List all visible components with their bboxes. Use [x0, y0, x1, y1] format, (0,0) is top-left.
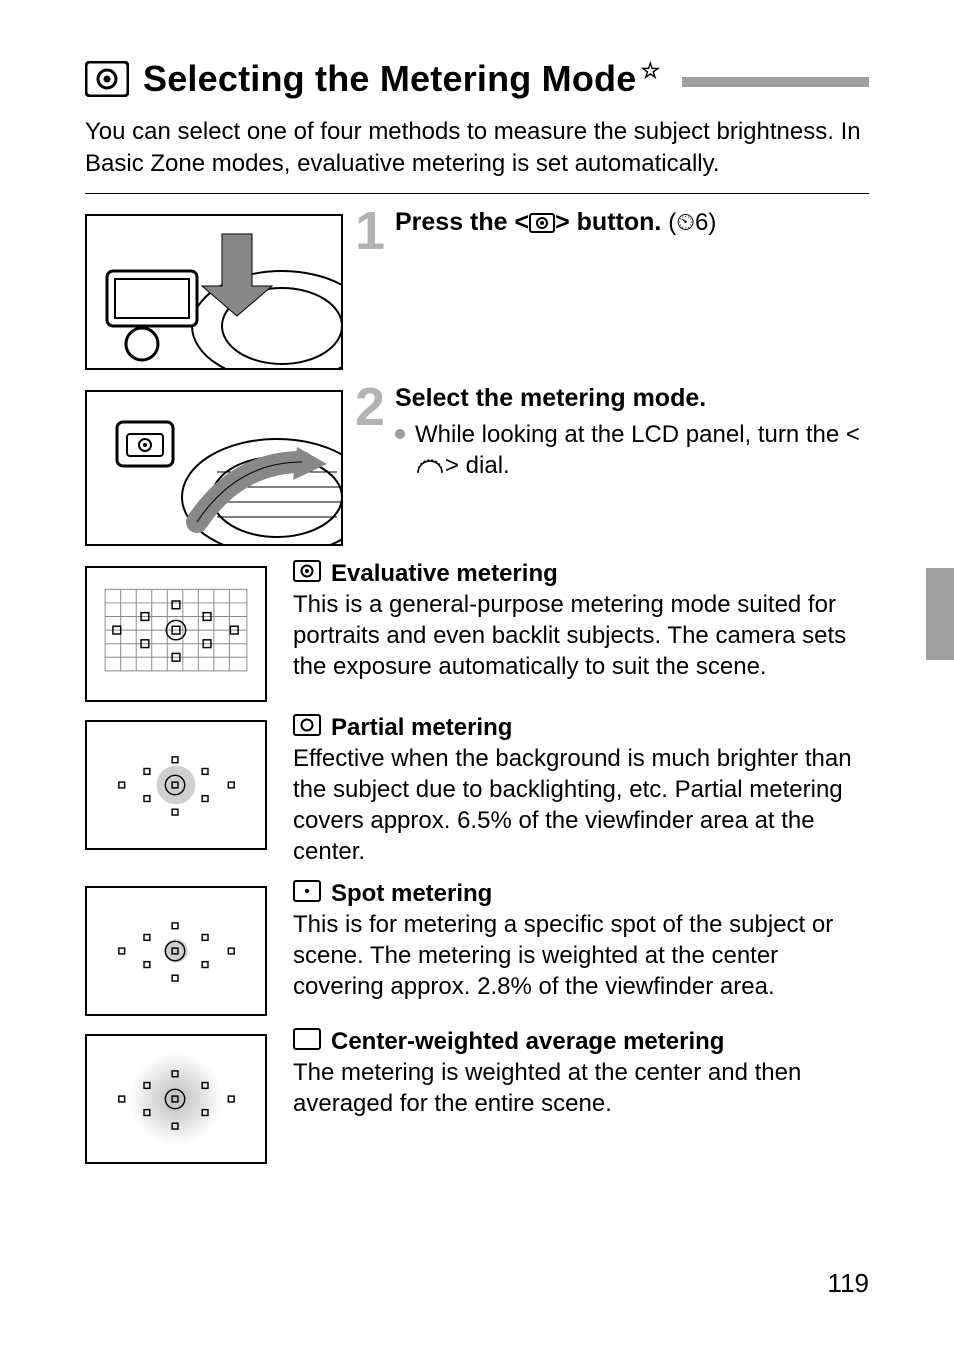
step-2-bullet: While looking at the LCD panel, turn the…	[395, 419, 869, 483]
mode-spot-text: Spot metering This is for metering a spe…	[293, 880, 869, 1003]
mode-partial-body: Effective when the background is much br…	[293, 743, 869, 868]
mode-spot-figure	[85, 886, 267, 1016]
step-2-heading: Select the metering mode.	[395, 384, 869, 413]
step-2-body: 2 Select the metering mode. While lookin…	[353, 384, 869, 483]
mode-partial-text: Partial metering Effective when the back…	[293, 714, 869, 868]
step-1-figure	[85, 214, 343, 370]
metering-mode-icon	[85, 61, 129, 97]
mode-spot-body: This is for metering a specific spot of …	[293, 909, 869, 1003]
step-2-number: 2	[353, 386, 387, 429]
mode-evaluative-figure	[85, 566, 267, 702]
spot-metering-icon	[293, 880, 321, 909]
page-title-row: Selecting the Metering Mode☆	[85, 58, 869, 100]
page-title: Selecting the Metering Mode☆	[143, 58, 660, 100]
metering-modes-list: Evaluative metering This is a general-pu…	[85, 560, 869, 1164]
page-number: 119	[828, 1268, 869, 1299]
mode-center-weighted-figure	[85, 1034, 267, 1164]
step-1-body: 1 Press the <> button. (⏲6)	[353, 208, 869, 253]
main-dial-icon	[415, 452, 445, 483]
mode-center-weighted-body: The metering is weighted at the center a…	[293, 1057, 869, 1119]
mode-spot-name: Spot metering	[331, 880, 492, 908]
side-index-tab	[926, 568, 954, 660]
title-accent-bar	[682, 77, 869, 87]
step-1: 1 Press the <> button. (⏲6)	[85, 208, 869, 370]
bullet-icon	[395, 429, 405, 439]
mode-evaluative-text: Evaluative metering This is a general-pu…	[293, 560, 869, 683]
partial-metering-icon	[293, 714, 321, 743]
center-weighted-metering-icon	[293, 1028, 321, 1057]
page: Selecting the Metering Mode☆ You can sel…	[0, 0, 954, 1345]
metering-button-icon	[529, 211, 555, 240]
separator	[85, 193, 869, 194]
mode-center-weighted: Center-weighted average metering The met…	[85, 1028, 869, 1164]
mode-evaluative-name: Evaluative metering	[331, 560, 558, 588]
step-2-figure	[85, 390, 343, 546]
step-1-heading: Press the <> button.	[395, 208, 668, 236]
step-1-number: 1	[353, 210, 387, 253]
mode-spot: Spot metering This is for metering a spe…	[85, 880, 869, 1016]
mode-center-weighted-name: Center-weighted average metering	[331, 1028, 724, 1056]
mode-evaluative: Evaluative metering This is a general-pu…	[85, 560, 869, 702]
step-1-note: (⏲6)	[668, 209, 716, 236]
mode-partial: Partial metering Effective when the back…	[85, 714, 869, 868]
evaluative-metering-icon	[293, 560, 321, 589]
mode-partial-figure	[85, 720, 267, 850]
intro-text: You can select one of four methods to me…	[85, 116, 869, 181]
mode-partial-name: Partial metering	[331, 714, 512, 742]
mode-center-weighted-text: Center-weighted average metering The met…	[293, 1028, 869, 1119]
mode-evaluative-body: This is a general-purpose metering mode …	[293, 589, 869, 683]
star-icon: ☆	[640, 58, 660, 83]
step-2-bullet-text: While looking at the LCD panel, turn the…	[415, 419, 869, 483]
step-2: 2 Select the metering mode. While lookin…	[85, 384, 869, 546]
